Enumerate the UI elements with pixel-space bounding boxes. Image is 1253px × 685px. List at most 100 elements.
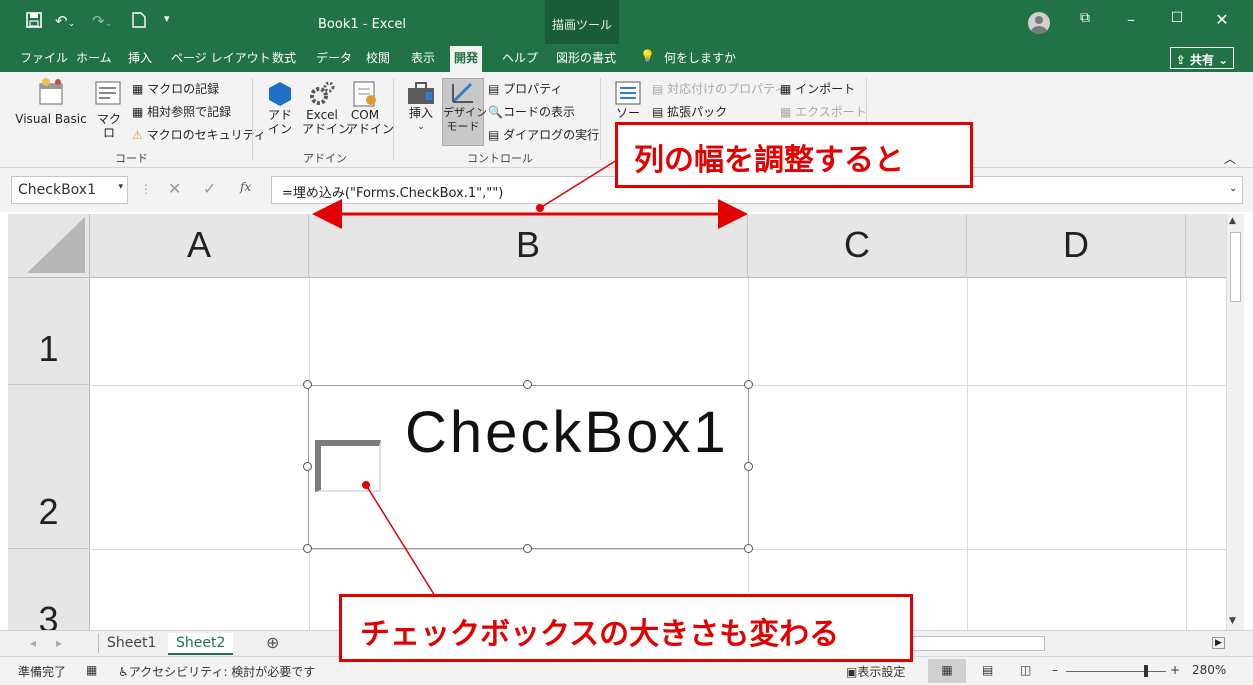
share-icon: ⇪	[1175, 53, 1190, 67]
visual-basic-button[interactable]: Visual Basic	[14, 78, 88, 126]
xml-source-icon	[615, 81, 641, 105]
scroll-down-icon[interactable]: ▼	[1229, 616, 1236, 626]
ribbon-display-options-icon[interactable]: ⧉	[1070, 10, 1100, 26]
toolbox-icon	[408, 82, 434, 104]
normal-view-icon[interactable]: ▦	[928, 659, 966, 683]
tab-shape-format[interactable]: 図形の書式	[552, 49, 620, 72]
name-box[interactable]: CheckBox1 ▾	[11, 176, 128, 204]
insert-control-button[interactable]: 挿入 ⌄	[402, 80, 440, 134]
map-properties-icon: ▤	[652, 82, 664, 96]
excel-addins-button[interactable]: Excel アドイン	[302, 80, 350, 136]
resize-handle-top[interactable]	[523, 380, 532, 389]
row-header-3[interactable]: 3	[8, 549, 90, 630]
relative-reference-button[interactable]: ▦ 相対参照で記録	[132, 103, 231, 120]
tell-me-search[interactable]: 何をしますか	[660, 49, 740, 72]
run-dialog-button[interactable]: ▤ ダイアログの実行	[488, 126, 599, 143]
zoom-out-icon[interactable]: –	[1052, 663, 1058, 677]
xml-export-button[interactable]: ▦ エクスポート	[780, 103, 867, 120]
page-layout-view-icon[interactable]: ▤	[982, 663, 993, 677]
tab-page-layout[interactable]: ページ レイアウト	[167, 49, 275, 72]
record-macro-button[interactable]: ▦ マクロの記録	[132, 80, 219, 97]
next-sheet-icon[interactable]: ▸	[56, 636, 62, 650]
addins-icon	[269, 82, 291, 106]
prev-sheet-icon[interactable]: ◂	[30, 636, 36, 650]
tab-insert[interactable]: 挿入	[124, 49, 156, 72]
checkbox-control[interactable]: CheckBox1	[308, 385, 749, 549]
more-options-icon[interactable]: ⋮	[140, 182, 152, 196]
macro-button[interactable]: マクロ	[92, 78, 126, 140]
export-icon: ▦	[780, 105, 792, 119]
column-header-d[interactable]: D	[967, 214, 1186, 278]
macro-record-status-icon[interactable]: ▦	[86, 663, 97, 677]
row-header-2[interactable]: 2	[8, 385, 90, 549]
resize-handle-left[interactable]	[303, 462, 312, 471]
customize-qat-icon[interactable]: ▾	[164, 12, 170, 25]
tab-file[interactable]: ファイル	[16, 49, 72, 72]
save-icon[interactable]	[26, 12, 42, 32]
macro-security-button[interactable]: ⚠ マクロのセキュリティ	[132, 126, 266, 143]
resize-handle-top-left[interactable]	[303, 380, 312, 389]
tab-review[interactable]: 校閲	[362, 49, 394, 72]
cancel-icon[interactable]: ✕	[168, 179, 181, 198]
scroll-thumb[interactable]	[1230, 232, 1241, 302]
expand-formula-bar-icon[interactable]: ⌄	[1229, 183, 1237, 194]
ribbon-separator	[600, 78, 601, 160]
zoom-slider-thumb[interactable]	[1144, 665, 1148, 677]
tab-developer[interactable]: 開発	[450, 46, 483, 72]
zoom-level[interactable]: 280%	[1192, 663, 1226, 677]
share-button[interactable]: ⇪ 共有 ⌄	[1170, 47, 1234, 69]
xml-import-button[interactable]: ▦ インポート	[780, 80, 855, 97]
checkbox-label: CheckBox1	[405, 400, 729, 465]
ribbon-separator	[252, 78, 253, 160]
tab-formulas[interactable]: 数式	[268, 49, 300, 72]
print-preview-icon[interactable]	[132, 12, 146, 32]
column-header-a[interactable]: A	[90, 214, 309, 278]
scroll-up-icon[interactable]: ▲	[1229, 216, 1236, 226]
maximize-icon[interactable]: ☐	[1162, 10, 1192, 26]
tab-data[interactable]: データ	[312, 49, 356, 72]
column-header-b[interactable]: B	[309, 214, 748, 278]
vertical-scrollbar[interactable]: ▲ ▼	[1226, 214, 1244, 630]
resize-handle-bottom[interactable]	[523, 544, 532, 553]
expansion-packs-button[interactable]: ▤ 拡張パック	[652, 103, 727, 120]
tab-home[interactable]: ホーム	[72, 49, 116, 72]
scroll-right-icon[interactable]: ▶	[1212, 637, 1225, 649]
resize-handle-top-right[interactable]	[744, 380, 753, 389]
sheet-tab-sheet2[interactable]: Sheet2	[168, 633, 234, 655]
horizontal-scroll-thumb[interactable]	[905, 636, 1045, 651]
display-settings-button[interactable]: ▣表示設定	[846, 663, 905, 680]
add-sheet-icon[interactable]: ⊕	[266, 633, 279, 652]
column-header-c[interactable]: C	[748, 214, 967, 278]
resize-handle-bottom-left[interactable]	[303, 544, 312, 553]
map-properties-button[interactable]: ▤ 対応付けのプロパティ	[652, 80, 786, 97]
redo-icon[interactable]: ↷⌄	[92, 12, 112, 30]
column-header-e[interactable]	[1186, 214, 1226, 278]
account-avatar-icon[interactable]	[1028, 12, 1050, 34]
addins-button[interactable]: アド イン	[264, 80, 296, 136]
close-icon[interactable]: ✕	[1207, 10, 1237, 29]
zoom-in-icon[interactable]: +	[1170, 663, 1180, 677]
page-break-view-icon[interactable]: ◫	[1020, 663, 1031, 677]
enter-icon[interactable]: ✓	[203, 179, 216, 198]
resize-handle-bottom-right[interactable]	[744, 544, 753, 553]
collapse-ribbon-icon[interactable]: ︿	[1224, 150, 1236, 167]
properties-button[interactable]: ▤ プロパティ	[488, 80, 562, 97]
resize-handle-right[interactable]	[744, 462, 753, 471]
tab-view[interactable]: 表示	[407, 49, 439, 72]
accessibility-icon: ♿	[118, 665, 129, 679]
warning-icon: ⚠	[132, 128, 143, 142]
sheet-tab-sheet1[interactable]: Sheet1	[98, 633, 164, 653]
select-all-corner[interactable]	[8, 214, 90, 278]
accessibility-status[interactable]: ♿アクセシビリティ: 検討が必要です	[118, 663, 315, 680]
tab-help[interactable]: ヘルプ	[498, 49, 542, 72]
checkbox-square[interactable]	[315, 440, 381, 492]
insert-function-icon[interactable]: fx	[240, 180, 251, 194]
row-header-1[interactable]: 1	[8, 278, 90, 385]
ribbon-separator	[393, 78, 394, 160]
view-code-button[interactable]: 🔍コードの表示	[488, 103, 575, 120]
minimize-icon[interactable]: –	[1116, 10, 1146, 29]
chevron-down-icon[interactable]: ▾	[118, 182, 123, 192]
zoom-slider[interactable]	[1066, 671, 1166, 672]
com-addins-button[interactable]: COM アドイン	[346, 80, 394, 136]
undo-icon[interactable]: ↶⌄	[55, 12, 75, 30]
